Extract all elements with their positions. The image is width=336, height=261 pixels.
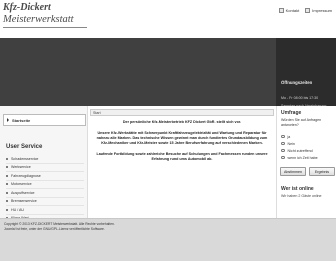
who-online-text: Wir haben 2 Gäste online — [281, 194, 322, 198]
bullet-icon — [6, 208, 8, 211]
service-menu-item[interactable]: Bremsenservice — [6, 198, 84, 206]
poll-option[interactable]: wenn ich Zeit habe — [281, 154, 335, 161]
site-logo[interactable]: Kfz-Dickert Meisterwerkstatt — [3, 2, 87, 28]
copyright-text: Copyright © 2013 KFZ-DICKERT Meisterwerk… — [4, 222, 115, 226]
logo-line-1: Kfz-Dickert — [3, 2, 51, 13]
service-menu-item-label: HU / AU — [11, 207, 24, 212]
service-menu-item-label: Schadensservice — [11, 156, 39, 161]
poll-title: Umfrage — [281, 110, 302, 116]
service-menu-item-label: Fahrzeugdiagnose — [11, 173, 41, 178]
imprint-link[interactable]: Impressum — [305, 8, 332, 13]
bullet-icon — [6, 200, 8, 203]
contact-link[interactable]: Kontakt — [278, 8, 300, 13]
contact-link-label: Kontakt — [285, 8, 300, 13]
service-menu-item-label: Werkservice — [11, 165, 31, 170]
poll-option-label: ja — [287, 134, 291, 139]
poll-options: ja Nein Nicht zutreffend wenn ich Zeit h… — [281, 133, 335, 161]
nav-startseite[interactable]: Startseite — [3, 114, 86, 126]
poll-buttons: Abstimmen Ergebnis — [280, 167, 335, 176]
radio-button[interactable] — [281, 134, 285, 139]
bullet-icon — [6, 183, 8, 186]
radio-button[interactable] — [281, 155, 285, 160]
poll-option-label: wenn ich Zeit habe — [287, 155, 318, 160]
vote-button[interactable]: Abstimmen — [280, 167, 306, 176]
nav-startseite-label: Startseite — [12, 117, 31, 123]
poll-option[interactable]: Nein — [281, 140, 335, 147]
service-menu-item-label: Auspuffservice — [11, 190, 35, 195]
banner-image — [0, 38, 276, 106]
radio-button[interactable] — [281, 148, 285, 153]
bullet-icon — [6, 191, 8, 194]
left-sidebar: Startseite User Service Schadensservice … — [0, 106, 88, 240]
poll-option[interactable]: ja — [281, 133, 335, 140]
top-links: Kontakt Impressum — [278, 8, 332, 13]
bullet-icon — [6, 166, 8, 169]
banner: Öffnungszeiten Mo - Fr 08:00 bis 17:30 S… — [0, 38, 336, 108]
logo-line-2: Meisterwerkstatt — [3, 14, 87, 28]
article-paragraph: Unsere Kfz-Werkstätte mit Schwerpunkt Kr… — [96, 131, 268, 145]
opening-hours-title: Öffnungszeiten — [281, 80, 313, 85]
service-menu-item-label: Bremsenservice — [11, 199, 37, 204]
imprint-link-label: Impressum — [312, 8, 332, 13]
service-menu-item[interactable]: Werkservice — [6, 164, 84, 172]
bullet-icon — [6, 157, 8, 160]
article-paragraph: Der persönliche Kfz-Meisterbetrieb KFZ D… — [122, 120, 242, 124]
service-menu-item[interactable]: Fahrzeugdiagnose — [6, 172, 84, 181]
joomla-text: Joomla! ist freie, unter der GNU/GPL-Liz… — [4, 227, 105, 231]
service-menu-item[interactable]: HU / AU — [6, 206, 84, 215]
main-content: Start Der persönliche Kfz-Meisterbetrieb… — [88, 106, 276, 218]
poll-option[interactable]: Nicht zutreffend — [281, 147, 335, 154]
poll-question: Würden Sie auf Anfragen antworten? — [281, 118, 322, 127]
service-menu-item[interactable]: Motorservice — [6, 181, 84, 189]
article-body: Der persönliche Kfz-Meisterbetrieb KFZ D… — [96, 120, 268, 168]
arrow-right-icon — [7, 118, 9, 122]
results-button[interactable]: Ergebnis — [309, 167, 335, 176]
who-online-title: Wer ist online — [281, 186, 314, 192]
service-menu-item[interactable]: Schadensservice — [6, 155, 84, 164]
poll-option-label: Nicht zutreffend — [287, 148, 313, 153]
document-icon — [305, 8, 311, 13]
poll-option-label: Nein — [287, 141, 295, 146]
article-paragraph: Laufende Fortbildung sowie zahlreiche Be… — [96, 152, 268, 161]
service-menu-item[interactable]: Auspuffservice — [6, 189, 84, 198]
bullet-icon — [6, 174, 8, 177]
right-sidebar: Umfrage Würden Sie auf Anfragen antworte… — [276, 106, 336, 218]
radio-button[interactable] — [281, 141, 285, 146]
footer: Copyright © 2013 KFZ-DICKERT Meisterwerk… — [0, 218, 336, 261]
envelope-icon — [278, 8, 284, 13]
content-breadcrumb: Start — [90, 109, 274, 116]
header: Kfz-Dickert Meisterwerkstatt Kontakt Imp… — [0, 0, 336, 38]
opening-hours-line: Mo - Fr 08:00 bis 17:30 — [281, 96, 319, 100]
service-menu-title: User Service — [6, 144, 43, 150]
service-menu-item-label: Motorservice — [11, 182, 32, 187]
